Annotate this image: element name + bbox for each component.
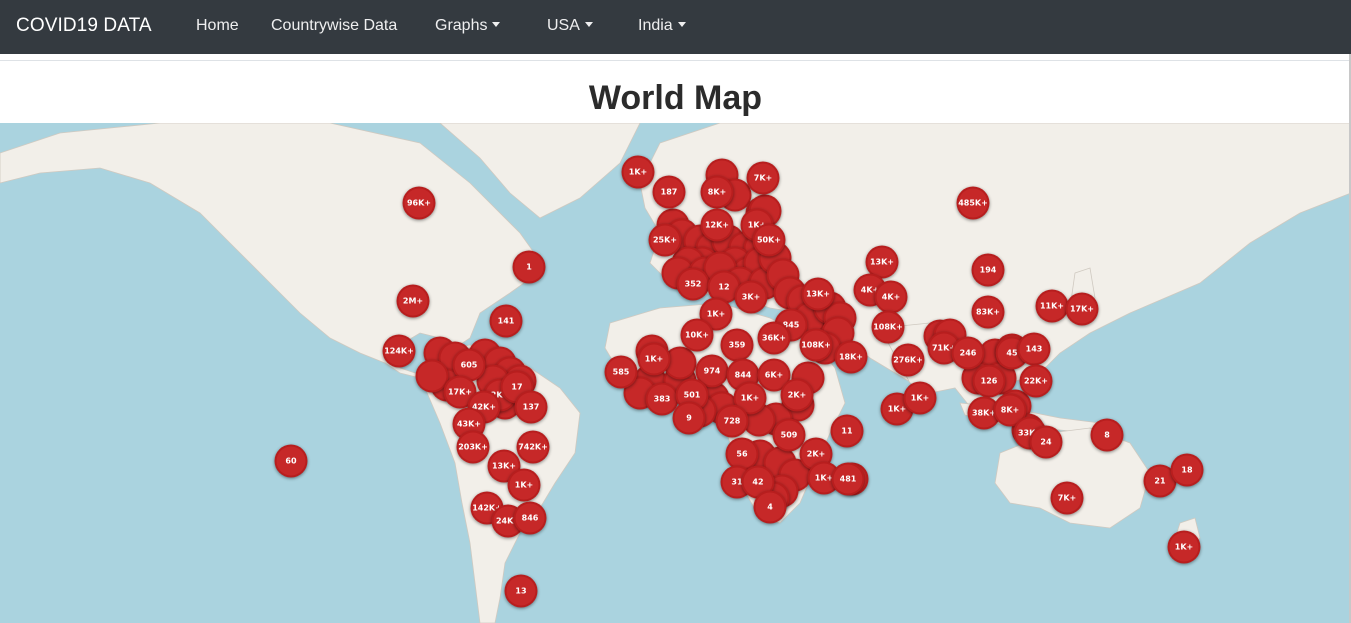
map-case-marker[interactable]: 18K+ [834,340,868,374]
map-case-marker[interactable]: 7K+ [1050,481,1084,515]
map-case-marker[interactable]: 2K+ [780,378,814,412]
map-case-marker[interactable]: 1K+ [507,468,541,502]
map-case-marker[interactable]: 1K+ [621,155,655,189]
map-case-marker[interactable]: 1K+ [903,381,937,415]
map-case-marker[interactable]: 742K+ [516,430,550,464]
map-case-marker[interactable]: 194 [971,253,1005,287]
nav-india-dropdown[interactable]: India [638,17,686,35]
map-case-marker[interactable]: 2M+ [396,284,430,318]
map-case-marker[interactable]: 846 [513,501,547,535]
brand-link[interactable]: COVID19 DATA [16,15,152,37]
nav-countrywise-label: Countrywise Data [271,17,398,34]
map-case-marker[interactable]: 276K+ [891,343,925,377]
map-case-marker[interactable]: 246 [951,336,985,370]
map-case-marker[interactable]: 18 [1170,453,1204,487]
map-case-marker[interactable]: 1 [512,250,546,284]
caret-down-icon [584,22,593,27]
map-case-marker[interactable]: 143 [1017,332,1051,366]
nav-home-link[interactable]: Home [196,17,239,35]
map-case-marker[interactable]: 108K+ [871,310,905,344]
caret-down-icon [677,22,686,27]
map-case-marker[interactable]: 352 [676,267,710,301]
map-case-marker[interactable]: 60 [274,444,308,478]
nav-graphs-dropdown[interactable]: Graphs [435,17,501,35]
map-case-marker[interactable]: 8 [1090,418,1124,452]
map-case-marker[interactable]: 137 [514,390,548,424]
map-case-marker[interactable]: 124K+ [382,334,416,368]
map-case-marker[interactable]: 359 [720,328,754,362]
map-case-marker[interactable]: 13 [504,574,538,608]
nav-graphs-label: Graphs [435,17,488,34]
map-case-marker[interactable]: 36K+ [757,321,791,355]
map-case-marker[interactable]: 11 [830,414,864,448]
north-america-landmass [0,123,546,379]
map-case-marker[interactable]: 3K+ [734,280,768,314]
map-case-marker[interactable]: 1K+ [637,342,671,376]
map-case-marker[interactable]: 8K+ [700,175,734,209]
map-case-marker[interactable]: 13K+ [801,277,835,311]
map-case-marker[interactable]: 1K+ [1167,530,1201,564]
nav-countrywise-link[interactable]: Countrywise Data [271,17,397,35]
map-case-marker[interactable]: 12K+ [700,208,734,242]
map-case-marker[interactable]: 11K+ [1035,289,1069,323]
map-case-marker[interactable]: 50K+ [752,223,786,257]
map-case-marker[interactable]: 9 [672,401,706,435]
map-case-marker[interactable]: 141 [489,304,523,338]
nav-usa-dropdown[interactable]: USA [547,17,593,35]
caret-down-icon [492,22,501,27]
map-case-marker[interactable]: 585 [604,355,638,389]
map-case-marker[interactable]: 96K+ [402,186,436,220]
map-case-marker[interactable]: 83K+ [971,295,1005,329]
map-case-marker[interactable]: 4 [753,490,787,524]
map-case-marker[interactable]: 17K+ [1065,292,1099,326]
map-case-marker[interactable]: 728 [715,404,749,438]
nav-home-label: Home [196,17,239,34]
map-case-marker[interactable]: 7K+ [746,161,780,195]
nav-india-label: India [638,17,673,34]
map-case-marker[interactable]: 187 [652,175,686,209]
map-case-marker[interactable]: 485K+ [956,186,990,220]
nav-usa-label: USA [547,17,580,34]
map-case-marker[interactable]: 203K+ [456,430,490,464]
map-case-marker[interactable]: 10K+ [680,318,714,352]
map-case-marker[interactable]: 24 [1029,425,1063,459]
map-case-marker[interactable]: 126 [972,364,1006,398]
page-title: World Map [588,79,763,117]
map-case-marker[interactable]: 108K+ [799,328,833,362]
title-section: World Map [0,60,1351,124]
map-case-marker[interactable]: 4K+ [874,280,908,314]
map-case-marker[interactable]: 481 [831,462,865,496]
world-map[interactable]: 96K+ 2M+ 1 141 124K+ 605 17K+ 2K+ 17 42K+ 137 43K+ 2… [0,123,1351,623]
navbar: COVID19 DATA Home Countrywise Data Graph… [0,0,1351,54]
map-case-marker[interactable]: 25K+ [648,223,682,257]
map-case-marker[interactable]: 22K+ [1019,364,1053,398]
